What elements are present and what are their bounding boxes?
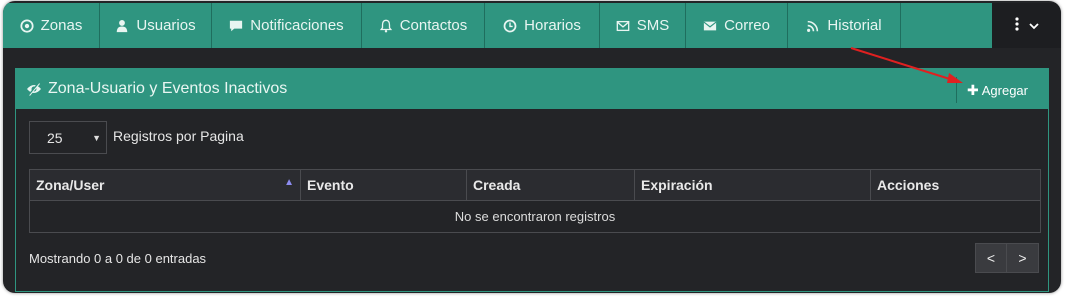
- page-size-select[interactable]: 25 ▼: [29, 121, 107, 154]
- pagination-info: Mostrando 0 a 0 de 0 entradas: [29, 251, 207, 266]
- tab-horarios[interactable]: Horarios: [485, 3, 600, 48]
- more-menu-button[interactable]: [992, 3, 1061, 48]
- tab-label: Correo: [724, 17, 770, 34]
- ellipsis-vertical-icon: [1014, 16, 1019, 35]
- tab-label: Contactos: [399, 17, 468, 34]
- rss-icon: [806, 19, 820, 33]
- add-button[interactable]: ✚ Agregar: [956, 77, 1048, 103]
- next-page-button[interactable]: >: [1007, 243, 1039, 273]
- tab-label: Zonas: [40, 17, 83, 34]
- user-icon: [115, 19, 129, 33]
- column-header-creada[interactable]: Creada: [466, 169, 635, 201]
- clock-icon: [503, 19, 517, 33]
- tab-label: Notificaciones: [250, 17, 344, 34]
- caret-down-icon: ▼: [92, 133, 101, 143]
- envelope-outline-icon: [616, 19, 630, 33]
- bell-icon: [379, 19, 393, 33]
- top-navigation: Zonas Usuarios Notificaciones Contactos …: [3, 3, 1061, 48]
- tab-sms[interactable]: SMS: [600, 3, 686, 48]
- column-header-zona-user[interactable]: Zona/User ▲: [29, 169, 301, 201]
- tab-usuarios[interactable]: Usuarios: [100, 3, 212, 48]
- tab-label: Horarios: [524, 17, 581, 34]
- target-icon: [20, 18, 34, 33]
- nav-spacer: [901, 3, 992, 48]
- chevron-down-icon: [1028, 22, 1039, 30]
- tab-label: Historial: [827, 17, 882, 34]
- column-header-evento[interactable]: Evento: [300, 169, 467, 201]
- table-row: No se encontraron registros: [29, 200, 1041, 233]
- add-button-label: Agregar: [981, 82, 1028, 98]
- empty-message: No se encontraron registros: [29, 200, 1041, 233]
- plus-icon: ✚: [967, 81, 979, 98]
- column-header-acciones[interactable]: Acciones: [870, 169, 1041, 201]
- comment-icon: [229, 19, 243, 33]
- inactive-events-panel: Zona-Usuario y Eventos Inactivos ✚ Agreg…: [15, 68, 1049, 292]
- page-size-label: Registros por Pagina: [113, 128, 244, 144]
- tab-label: SMS: [636, 17, 670, 34]
- pagination: < >: [975, 243, 1039, 273]
- column-header-expiracion[interactable]: Expiración: [634, 169, 871, 201]
- tab-historial[interactable]: Historial: [788, 3, 901, 48]
- panel-header: Zona-Usuario y Eventos Inactivos ✚ Agreg…: [16, 69, 1048, 109]
- records-table: Zona/User ▲ Evento Creada Expiración Acc…: [29, 169, 1041, 233]
- tab-zonas[interactable]: Zonas: [3, 3, 100, 48]
- tab-contactos[interactable]: Contactos: [362, 3, 485, 48]
- app-window: Zonas Usuarios Notificaciones Contactos …: [3, 1, 1061, 293]
- sort-ascending-icon: ▲: [284, 177, 294, 188]
- eye-slash-icon: [26, 82, 42, 96]
- page-size-value: 25: [47, 129, 63, 146]
- panel-title: Zona-Usuario y Eventos Inactivos: [48, 80, 288, 97]
- tab-notificaciones[interactable]: Notificaciones: [212, 3, 362, 48]
- tab-correo[interactable]: Correo: [686, 3, 788, 48]
- previous-page-button[interactable]: <: [975, 243, 1007, 273]
- envelope-icon: [703, 19, 717, 33]
- tab-label: Usuarios: [136, 17, 196, 34]
